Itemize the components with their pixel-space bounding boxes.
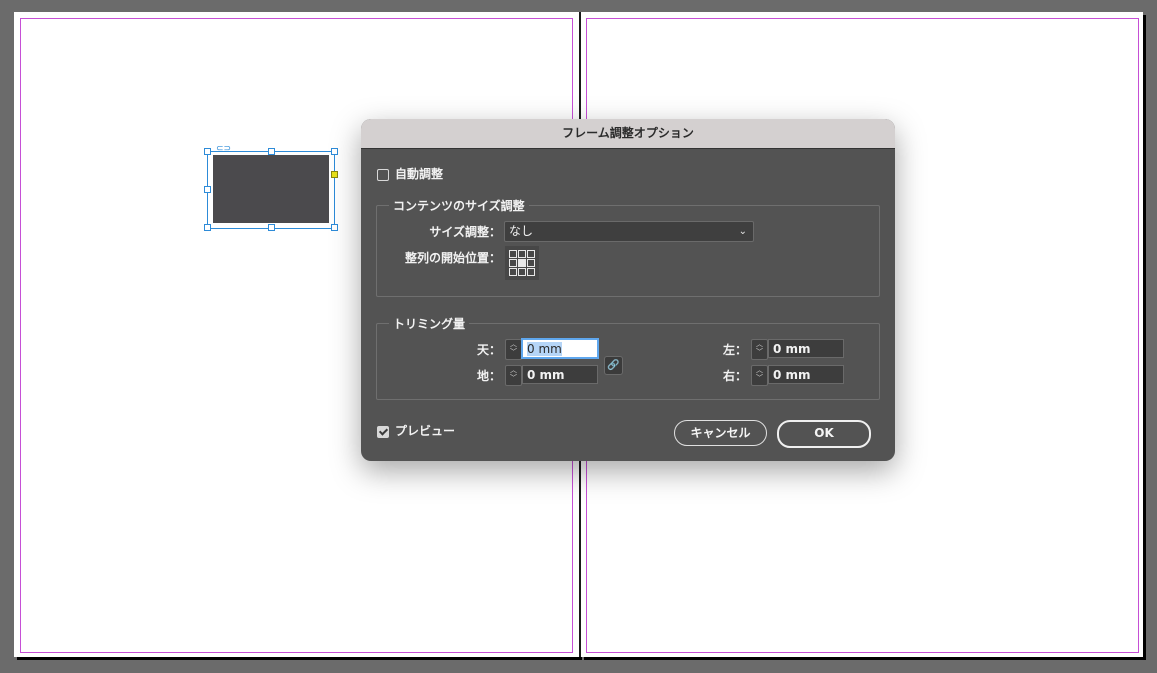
crop-amount-group: トリミング量 <box>376 315 880 400</box>
ref-point-top-right[interactable] <box>527 250 535 258</box>
auto-fit-checkbox[interactable] <box>377 168 389 181</box>
dialog-title: フレーム調整オプション <box>361 119 895 149</box>
ref-point-bottom-left[interactable] <box>509 268 517 276</box>
right-stepper[interactable]: ︿ ﹀ <box>751 365 768 386</box>
ref-point-bottom-right[interactable] <box>527 268 535 276</box>
right-label: 右： <box>722 369 747 383</box>
link-icon[interactable]: ⊂⊃ <box>216 145 231 154</box>
content-fitting-group-title: コンテンツのサイズ調整 <box>389 197 529 214</box>
chevron-down-icon: ⌄ <box>738 226 747 237</box>
frame-content[interactable] <box>213 155 329 223</box>
top-stepper[interactable]: ︿ ﹀ <box>505 339 522 360</box>
fitting-select[interactable]: なし ⌄ <box>504 221 754 242</box>
preview-option[interactable]: プレビュー <box>377 422 455 439</box>
constrain-proportions-link-icon[interactable]: 🔗 <box>604 356 623 375</box>
fitting-label: サイズ調整： <box>429 225 501 239</box>
align-from-label: 整列の開始位置： <box>404 251 501 265</box>
handle-top-center[interactable] <box>268 148 275 155</box>
bottom-label: 地： <box>476 369 501 383</box>
ref-point-top-left[interactable] <box>509 250 517 258</box>
selected-graphic-frame[interactable]: ⊂⊃ <box>204 145 338 231</box>
auto-fit-label: 自動調整 <box>395 167 444 181</box>
top-label: 天： <box>476 343 501 357</box>
ref-point-middle-right[interactable] <box>527 259 535 267</box>
ref-point-bottom-center[interactable] <box>518 268 526 276</box>
preview-label: プレビュー <box>395 424 456 438</box>
preview-checkbox[interactable] <box>377 425 389 438</box>
top-crop-input[interactable]: 0 mm <box>522 339 598 358</box>
handle-bottom-left[interactable] <box>204 224 211 231</box>
frame-fitting-options-dialog: フレーム調整オプション 自動調整 コンテンツのサイズ調整 サイズ調整： なし ⌄… <box>361 119 895 461</box>
cancel-button[interactable]: キャンセル <box>674 420 767 446</box>
handle-top-left[interactable] <box>204 148 211 155</box>
handle-bottom-right[interactable] <box>331 224 338 231</box>
ref-point-top-center[interactable] <box>518 250 526 258</box>
bottom-crop-input[interactable]: 0 mm <box>522 365 598 384</box>
handle-middle-left[interactable] <box>204 186 211 193</box>
ref-point-center[interactable] <box>518 259 526 267</box>
fitting-select-value: なし <box>509 224 534 238</box>
auto-fit-option[interactable]: 自動調整 <box>377 165 443 182</box>
corner-options-handle[interactable] <box>331 171 338 178</box>
crop-amount-group-title: トリミング量 <box>389 315 470 332</box>
ref-point-middle-left[interactable] <box>509 259 517 267</box>
handle-bottom-center[interactable] <box>268 224 275 231</box>
ok-button[interactable]: OK <box>777 420 871 448</box>
alignment-reference-point-icon[interactable] <box>505 246 539 280</box>
handle-top-right[interactable] <box>331 148 338 155</box>
left-label: 左： <box>722 343 747 357</box>
right-crop-input[interactable]: 0 mm <box>768 365 844 384</box>
bottom-stepper[interactable]: ︿ ﹀ <box>505 365 522 386</box>
left-stepper[interactable]: ︿ ﹀ <box>751 339 768 360</box>
left-crop-input[interactable]: 0 mm <box>768 339 844 358</box>
